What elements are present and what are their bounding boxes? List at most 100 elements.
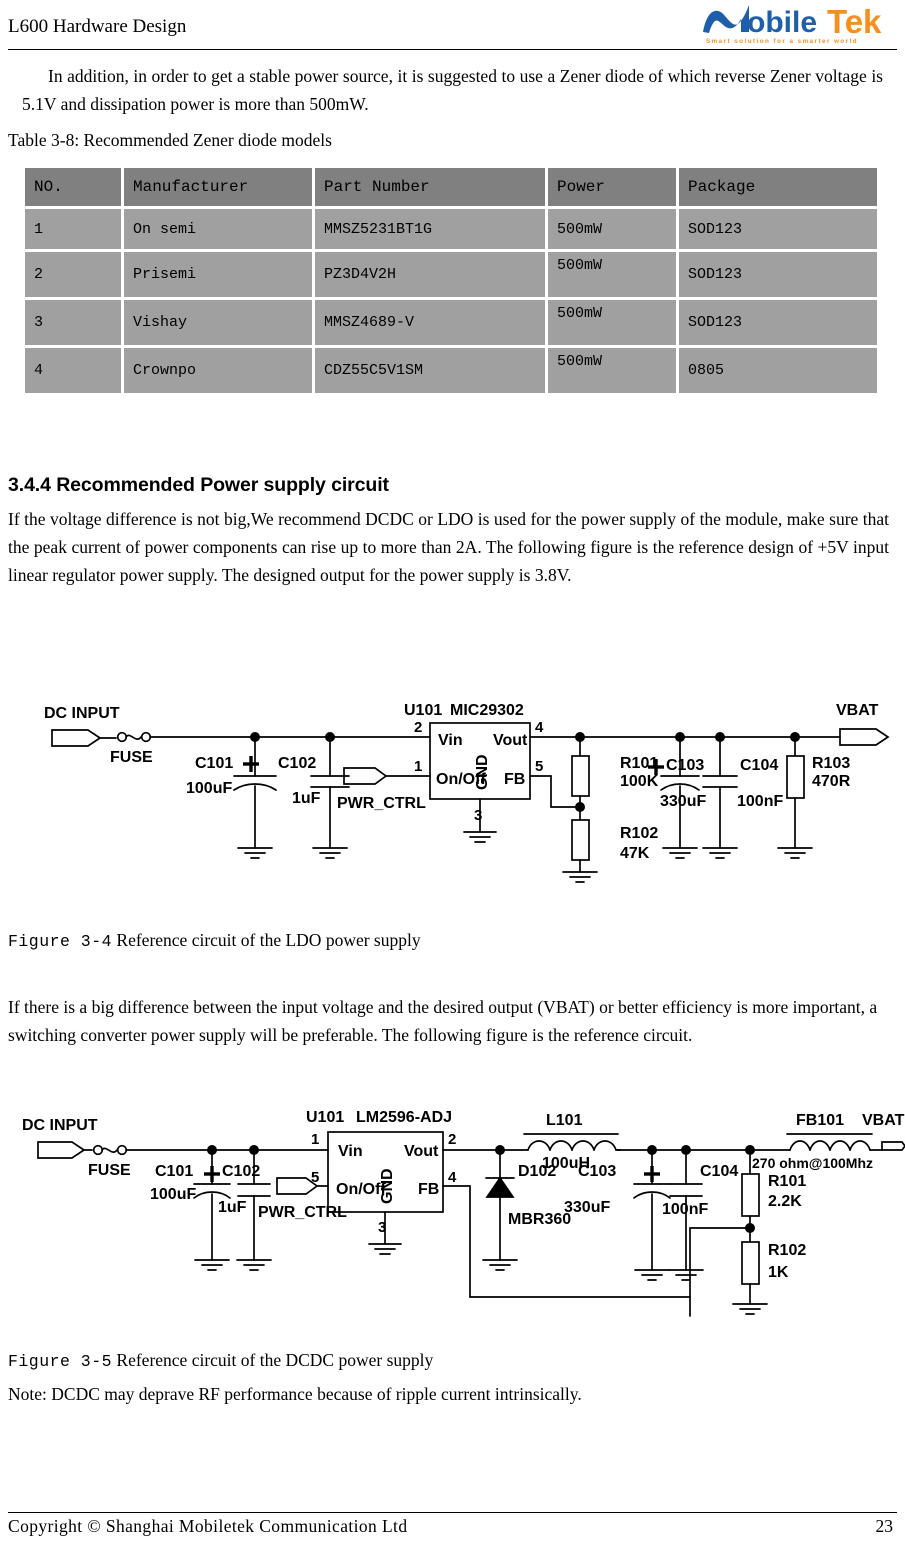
label-u101-part: LM2596-ADJ — [356, 1109, 452, 1126]
header-divider — [8, 49, 897, 50]
vbat-port-shape — [839, 728, 890, 746]
label-pin-vout: Vout — [404, 1143, 439, 1160]
label-r102-value: 1K — [768, 1264, 789, 1281]
label-fuse: FUSE — [110, 749, 153, 766]
col-header-package: Package — [679, 168, 877, 206]
cell-package: 0805 — [679, 348, 877, 393]
cell-manufacturer: Crownpo — [124, 348, 312, 393]
dc-input-port-shape — [37, 1141, 86, 1159]
figure-caption-text: Reference circuit of the DCDC power supp… — [116, 1350, 434, 1370]
label-r102-value: 47K — [620, 845, 650, 862]
figure-label: Figure 3-5 — [8, 1352, 113, 1371]
label-c103: C103 — [578, 1163, 616, 1180]
pin-number-4: 4 — [535, 719, 544, 736]
figure-caption-3-5: Figure 3-5 Reference circuit of the DCDC… — [8, 1350, 433, 1371]
table-row: 3 Vishay MMSZ4689-V 500mW SOD123 — [25, 300, 877, 345]
pin-number-2: 2 — [414, 719, 422, 736]
label-u101-part: MIC29302 — [450, 702, 524, 719]
label-pwr-ctrl: PWR_CTRL — [337, 795, 426, 812]
label-pin-vin: Vin — [338, 1143, 363, 1160]
label-fuse: FUSE — [88, 1162, 131, 1179]
label-pin-vin: Vin — [438, 732, 463, 749]
label-c101: C101 — [195, 755, 233, 772]
cell-manufacturer: On semi — [124, 209, 312, 249]
label-pin-gnd: GND — [379, 1168, 396, 1204]
c103-polarity-plus — [644, 1166, 660, 1182]
c101-polarity-plus — [204, 1166, 220, 1182]
pin-number-1: 1 — [311, 1131, 319, 1148]
label-c101-value: 100uF — [186, 780, 232, 797]
section-heading-344: 3.4.4 Recommended Power supply circuit — [8, 474, 389, 496]
cell-power: 500mW — [548, 252, 676, 297]
label-pwr-ctrl: PWR_CTRL — [258, 1204, 347, 1221]
logo-tagline: Smart solution for a smarter world — [706, 38, 858, 45]
table-row: 4 Crownpo CDZ55C5V1SM 500mW 0805 — [25, 348, 877, 393]
intro-paragraph: In addition, in order to get a stable po… — [22, 66, 883, 114]
dcdc-note: Note: DCDC may deprave RF performance be… — [8, 1384, 582, 1404]
r102-body — [741, 1241, 760, 1285]
pin-number-5: 5 — [535, 758, 543, 775]
label-c102-value: 1uF — [292, 790, 321, 807]
table-header-row: NO. Manufacturer Part Number Power Packa… — [25, 168, 877, 206]
label-u101: U101 — [404, 702, 442, 719]
label-c103: C103 — [666, 757, 704, 774]
cell-no: 4 — [25, 348, 121, 393]
label-c101-value: 100uF — [150, 1186, 196, 1203]
page-header: L600 Hardware Design obile Tek Smart sol… — [0, 0, 905, 52]
cell-no: 3 — [25, 300, 121, 345]
label-r102: R102 — [620, 825, 658, 842]
col-header-no: NO. — [25, 168, 121, 206]
label-dc-input: DC INPUT — [22, 1117, 98, 1134]
label-c104: C104 — [700, 1163, 738, 1180]
cell-package: SOD123 — [679, 300, 877, 345]
vbat-port-shape — [881, 1141, 905, 1151]
label-d102-part: MBR360 — [508, 1211, 571, 1228]
page-title: L600 Hardware Design — [8, 16, 187, 37]
figure-caption-3-4: Figure 3-4 Reference circuit of the LDO … — [8, 930, 421, 951]
label-l101: L101 — [546, 1112, 583, 1129]
label-r101: R101 — [768, 1173, 806, 1190]
r103-body — [786, 755, 805, 799]
table-row: 1 On semi MMSZ5231BT1G 500mW SOD123 — [25, 209, 877, 249]
label-pin-gnd: GND — [474, 754, 491, 790]
pin-number-3: 3 — [474, 807, 482, 824]
cell-part-number: PZ3D4V2H — [315, 252, 545, 297]
label-pin-fb: FB — [504, 771, 525, 788]
cell-power: 500mW — [548, 209, 676, 249]
r102-body — [571, 819, 590, 861]
c101-polarity-plus — [243, 756, 259, 772]
label-fb101-value: 270 ohm@100Mhz — [752, 1155, 873, 1171]
col-header-manufacturer: Manufacturer — [124, 168, 312, 206]
pin-number-5: 5 — [311, 1169, 319, 1186]
label-u101: U101 — [306, 1109, 344, 1126]
label-c102-value: 1uF — [218, 1199, 247, 1216]
logo-word-blue: obile — [747, 6, 817, 39]
figure-caption-text: Reference circuit of the LDO power suppl… — [116, 930, 421, 950]
cell-part-number: CDZ55C5V1SM — [315, 348, 545, 393]
label-pin-fb: FB — [418, 1181, 439, 1198]
label-c101: C101 — [155, 1163, 193, 1180]
label-c102: C102 — [278, 755, 316, 772]
label-pin-vout: Vout — [493, 732, 528, 749]
pin-number-4: 4 — [448, 1169, 457, 1186]
cell-package: SOD123 — [679, 209, 877, 249]
pwr-ctrl-port-shape — [343, 767, 388, 785]
schematic-dcdc: DC INPUT FUSE C101 100uF C102 1uF PWR_CT… — [0, 1092, 905, 1322]
label-r103-value: 470R — [812, 773, 851, 790]
footer-page-number: 23 — [875, 1516, 894, 1536]
figure-label: Figure 3-4 — [8, 932, 113, 951]
table-caption: Table 3-8: Recommended Zener diode model… — [8, 130, 332, 150]
label-c102: C102 — [222, 1163, 260, 1180]
footer-copyright: Copyright © Shanghai Mobiletek Communica… — [8, 1516, 408, 1536]
pin-number-2: 2 — [448, 1131, 456, 1148]
cell-power: 500mW — [548, 348, 676, 393]
label-c104-value: 100nF — [662, 1201, 708, 1218]
cell-part-number: MMSZ4689-V — [315, 300, 545, 345]
section-body-paragraph: If the voltage difference is not big,We … — [8, 509, 889, 585]
label-fb101: FB101 — [796, 1112, 844, 1129]
cell-manufacturer: Vishay — [124, 300, 312, 345]
label-vbat: VBAT — [862, 1112, 905, 1129]
dc-input-port-shape — [51, 729, 102, 747]
d102-diode-triangle — [485, 1176, 515, 1198]
label-r102: R102 — [768, 1242, 806, 1259]
